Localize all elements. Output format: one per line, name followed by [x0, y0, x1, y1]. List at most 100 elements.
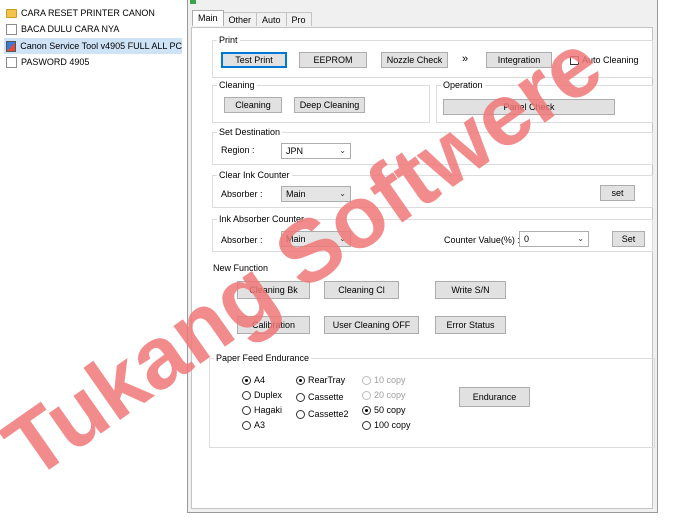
radio-duplex[interactable]: Duplex: [242, 390, 282, 400]
operation-legend: Operation: [441, 80, 485, 90]
counter-set-button[interactable]: Set: [612, 231, 645, 247]
cleaning-bk-button[interactable]: Cleaning Bk: [237, 281, 310, 299]
radio-100-copy[interactable]: 100 copy: [362, 420, 411, 430]
radio-label: Cassette2: [308, 409, 349, 419]
radio-dot: [242, 420, 251, 430]
file-item-service-tool[interactable]: Canon Service Tool v4905 FULL ALL PC: [4, 38, 182, 54]
tab-auto[interactable]: Auto: [256, 12, 287, 26]
radio-cassette[interactable]: Cassette: [296, 392, 344, 402]
chevron-down-icon: ⌄: [339, 189, 346, 198]
cleaning-group: Cleaning Cleaning Deep Cleaning: [212, 80, 430, 123]
clear-absorber-select[interactable]: Main ⌄: [281, 186, 351, 202]
tab-other[interactable]: Other: [222, 12, 258, 26]
radio-dot: [242, 390, 251, 400]
ink-absorber-counter-legend: Ink Absorber Counter: [217, 214, 307, 224]
cleaning-cl-button[interactable]: Cleaning Cl: [324, 281, 399, 299]
eeprom-button[interactable]: EEPROM: [299, 52, 367, 68]
cleaning-legend: Cleaning: [217, 80, 257, 90]
radio-20-copy[interactable]: 20 copy: [362, 390, 406, 400]
absorber-value: Main: [286, 189, 306, 199]
cleaning-button[interactable]: Cleaning: [224, 97, 282, 113]
panel-check-button[interactable]: Panel Check: [443, 99, 615, 115]
absorber-label: Absorber :: [221, 235, 263, 245]
set-destination-legend: Set Destination: [217, 127, 283, 137]
radio-cassette2[interactable]: Cassette2: [296, 409, 349, 419]
user-cleaning-off-button[interactable]: User Cleaning OFF: [324, 316, 419, 334]
radio-label: 100 copy: [374, 420, 411, 430]
paper-feed-legend: Paper Feed Endurance: [214, 353, 312, 363]
text-document-icon: [6, 23, 17, 35]
radio-label: 50 copy: [374, 405, 406, 415]
radio-reartray[interactable]: RearTray: [296, 375, 345, 385]
set-destination-group: Set Destination Region : JPN ⌄: [212, 127, 653, 165]
radio-dot: [242, 375, 251, 385]
tab-main[interactable]: Main: [192, 10, 224, 26]
file-label: PASWORD 4905: [21, 57, 90, 67]
integration-button[interactable]: Integration: [486, 52, 552, 68]
auto-cleaning-label: Auto Cleaning: [582, 55, 639, 65]
region-label: Region :: [221, 145, 255, 155]
tab-pro[interactable]: Pro: [285, 12, 312, 26]
radio-dot: [362, 405, 371, 415]
radio-label: Duplex: [254, 390, 283, 400]
test-print-button[interactable]: Test Print: [221, 52, 287, 68]
application-icon: [6, 40, 17, 52]
main-tab-panel: Print Test Print EEPROM Nozzle Check » I…: [191, 27, 655, 509]
calibration-button[interactable]: Calibration: [237, 316, 310, 334]
endurance-button[interactable]: Endurance: [459, 387, 530, 407]
print-legend: Print: [217, 35, 240, 45]
absorber-label: Absorber :: [221, 189, 263, 199]
new-function-legend: New Function: [213, 263, 269, 273]
radio-dot: [362, 420, 371, 430]
app-icon: [190, 0, 196, 4]
error-status-button[interactable]: Error Status: [435, 316, 506, 334]
region-value: JPN: [286, 146, 304, 156]
operation-group: Operation Panel Check: [436, 80, 653, 123]
radio-label: A3: [254, 420, 266, 430]
file-item-baca-dulu[interactable]: BACA DULU CARA NYA: [6, 21, 119, 37]
radio-a4[interactable]: A4: [242, 375, 265, 385]
file-label: BACA DULU CARA NYA: [21, 24, 120, 34]
text-document-icon: [6, 56, 17, 68]
print-group: Print Test Print EEPROM Nozzle Check » I…: [212, 35, 653, 78]
clear-set-button[interactable]: set: [600, 185, 635, 201]
radio-label: Cassette: [308, 392, 344, 402]
radio-dot: [296, 392, 305, 402]
counter-absorber-select[interactable]: Main ⌄: [281, 231, 351, 247]
chevron-down-icon: ⌄: [339, 234, 346, 243]
radio-a3[interactable]: A3: [242, 420, 265, 430]
chevron-down-icon: ⌄: [339, 146, 346, 155]
radio-label: RearTray: [308, 375, 346, 385]
nozzle-check-button[interactable]: Nozzle Check: [381, 52, 448, 68]
counter-value-select[interactable]: 0 ⌄: [519, 231, 589, 247]
clear-ink-counter-legend: Clear Ink Counter: [217, 170, 292, 180]
region-select[interactable]: JPN ⌄: [281, 143, 351, 159]
file-item-password[interactable]: PASWORD 4905: [6, 54, 89, 70]
radio-dot: [242, 405, 251, 415]
radio-50-copy[interactable]: 50 copy: [362, 405, 406, 415]
folder-icon: [6, 8, 17, 18]
paper-feed-endurance-group: Paper Feed Endurance A4 Duplex Hagaki A3…: [209, 353, 655, 448]
radio-label: A4: [254, 375, 266, 385]
arrows-label: »: [462, 53, 469, 65]
file-label: CARA RESET PRINTER CANON: [21, 8, 155, 18]
deep-cleaning-button[interactable]: Deep Cleaning: [294, 97, 365, 113]
write-sn-button[interactable]: Write S/N: [435, 281, 506, 299]
radio-dot: [362, 375, 371, 385]
radio-label: 20 copy: [374, 390, 406, 400]
absorber-value: Main: [286, 234, 306, 244]
auto-cleaning-checkbox[interactable]: Auto Cleaning: [570, 55, 639, 65]
radio-dot: [296, 409, 305, 419]
radio-dot: [296, 375, 305, 385]
tab-bar: Main Other Auto Pro: [192, 10, 312, 27]
file-item-cara-reset[interactable]: CARA RESET PRINTER CANON: [6, 5, 155, 21]
radio-label: 10 copy: [374, 375, 406, 385]
chevron-down-icon: ⌄: [577, 234, 584, 243]
counter-value-label: Counter Value(%) :: [444, 235, 520, 245]
clear-ink-counter-group: Clear Ink Counter Absorber : Main ⌄ set: [212, 170, 653, 208]
radio-10-copy[interactable]: 10 copy: [362, 375, 406, 385]
radio-hagaki[interactable]: Hagaki: [242, 405, 282, 415]
service-tool-window: Main Other Auto Pro Print Test Print EEP…: [187, 0, 658, 513]
radio-label: Hagaki: [254, 405, 283, 415]
counter-value: 0: [524, 234, 530, 244]
